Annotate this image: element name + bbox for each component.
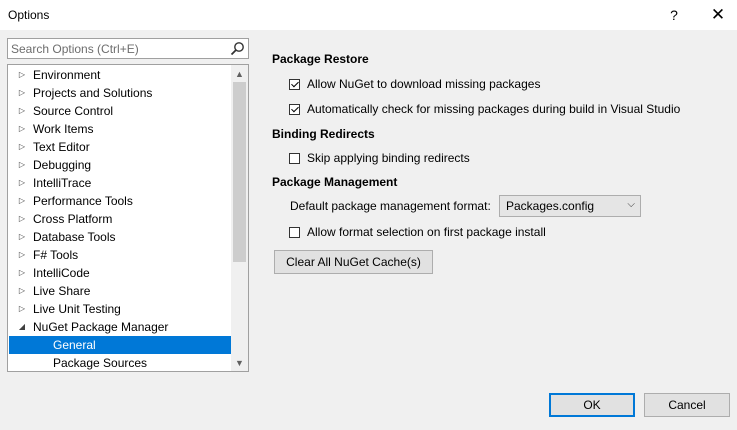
- search-box: [7, 38, 249, 59]
- tree-item-database-tools[interactable]: ▷ Database Tools: [9, 228, 231, 246]
- options-tree[interactable]: ▷ Environment ▷ Projects and Solutions ▷…: [7, 64, 249, 372]
- clear-nuget-cache-button[interactable]: Clear All NuGet Cache(s): [274, 250, 433, 274]
- expand-arrow-icon[interactable]: ▷: [17, 192, 27, 210]
- allow-download-checkbox-row[interactable]: Allow NuGet to download missing packages: [289, 76, 540, 92]
- expand-arrow-icon[interactable]: ▷: [17, 156, 27, 174]
- tree-item-work-items[interactable]: ▷ Work Items: [9, 120, 231, 138]
- help-icon: ?: [670, 7, 678, 23]
- scrollbar-thumb[interactable]: [233, 82, 246, 262]
- expand-arrow-icon[interactable]: ▷: [17, 264, 27, 282]
- tree-item-package-sources[interactable]: Package Sources: [9, 354, 231, 371]
- binding-redirects-heading: Binding Redirects: [272, 127, 375, 141]
- scroll-up-icon[interactable]: ▲: [231, 65, 248, 82]
- expand-arrow-icon[interactable]: ▷: [17, 300, 27, 318]
- tree-item-source-control[interactable]: ▷ Source Control: [9, 102, 231, 120]
- tree-item-intellicode[interactable]: ▷ IntelliCode: [9, 264, 231, 282]
- tree-item-live-unit-testing[interactable]: ▷ Live Unit Testing: [9, 300, 231, 318]
- expand-arrow-icon[interactable]: ▷: [17, 102, 27, 120]
- scroll-down-icon[interactable]: ▼: [231, 354, 248, 371]
- tree-item-intellitrace[interactable]: ▷ IntelliTrace: [9, 174, 231, 192]
- tree-item-projects-and-solutions[interactable]: ▷ Projects and Solutions: [9, 84, 231, 102]
- tree-item-nuget-package-manager[interactable]: ◢ NuGet Package Manager: [9, 318, 231, 336]
- expand-arrow-icon[interactable]: ▷: [17, 120, 27, 138]
- auto-check-label: Automatically check for missing packages…: [307, 102, 681, 116]
- allow-format-selection-row[interactable]: Allow format selection on first package …: [289, 224, 546, 240]
- format-dropdown-value: Packages.config: [506, 199, 595, 213]
- expand-arrow-icon[interactable]: ▷: [17, 138, 27, 156]
- tree-item-environment[interactable]: ▷ Environment: [9, 66, 231, 84]
- skip-binding-redirects-row[interactable]: Skip applying binding redirects: [289, 150, 470, 166]
- auto-check-checkbox[interactable]: [289, 103, 300, 115]
- title-bar: Options ? ✕: [0, 0, 737, 30]
- package-management-heading: Package Management: [272, 175, 398, 189]
- expand-arrow-icon[interactable]: ▷: [17, 210, 27, 228]
- collapse-arrow-icon[interactable]: ◢: [17, 318, 27, 336]
- tree-item-text-editor[interactable]: ▷ Text Editor: [9, 138, 231, 156]
- tree-item-debugging[interactable]: ▷ Debugging: [9, 156, 231, 174]
- allow-download-label: Allow NuGet to download missing packages: [307, 77, 541, 91]
- close-icon: ✕: [710, 5, 726, 24]
- tree-item-general[interactable]: General: [9, 336, 231, 354]
- allow-format-selection-checkbox[interactable]: [289, 226, 300, 238]
- expand-arrow-icon[interactable]: ▷: [17, 282, 27, 300]
- tree-scrollbar[interactable]: ▲ ▼: [231, 65, 248, 371]
- help-button[interactable]: ?: [652, 0, 696, 30]
- cancel-button[interactable]: Cancel: [644, 393, 730, 417]
- close-button[interactable]: ✕: [696, 0, 737, 30]
- package-restore-heading: Package Restore: [272, 52, 369, 66]
- tree-item-fsharp-tools[interactable]: ▷ F# Tools: [9, 246, 231, 264]
- expand-arrow-icon[interactable]: ▷: [17, 66, 27, 84]
- chevron-down-icon: ⌵: [627, 199, 635, 210]
- window-title: Options: [8, 8, 50, 22]
- allow-format-selection-label: Allow format selection on first package …: [307, 225, 546, 239]
- expand-arrow-icon[interactable]: ▷: [17, 246, 27, 264]
- search-input[interactable]: [11, 40, 226, 57]
- tree-item-cross-platform[interactable]: ▷ Cross Platform: [9, 210, 231, 228]
- format-dropdown[interactable]: Packages.config ⌵: [499, 195, 641, 217]
- expand-arrow-icon[interactable]: ▷: [17, 228, 27, 246]
- skip-binding-redirects-label: Skip applying binding redirects: [307, 151, 470, 165]
- search-icon[interactable]: [230, 41, 245, 56]
- expand-arrow-icon[interactable]: ▷: [17, 84, 27, 102]
- ok-button[interactable]: OK: [549, 393, 635, 417]
- auto-check-checkbox-row[interactable]: Automatically check for missing packages…: [289, 101, 680, 117]
- format-label: Default package management format:: [290, 199, 491, 213]
- skip-binding-redirects-checkbox[interactable]: [289, 152, 300, 164]
- tree-item-live-share[interactable]: ▷ Live Share: [9, 282, 231, 300]
- expand-arrow-icon[interactable]: ▷: [17, 174, 27, 192]
- tree-item-performance-tools[interactable]: ▷ Performance Tools: [9, 192, 231, 210]
- allow-download-checkbox[interactable]: [289, 78, 300, 90]
